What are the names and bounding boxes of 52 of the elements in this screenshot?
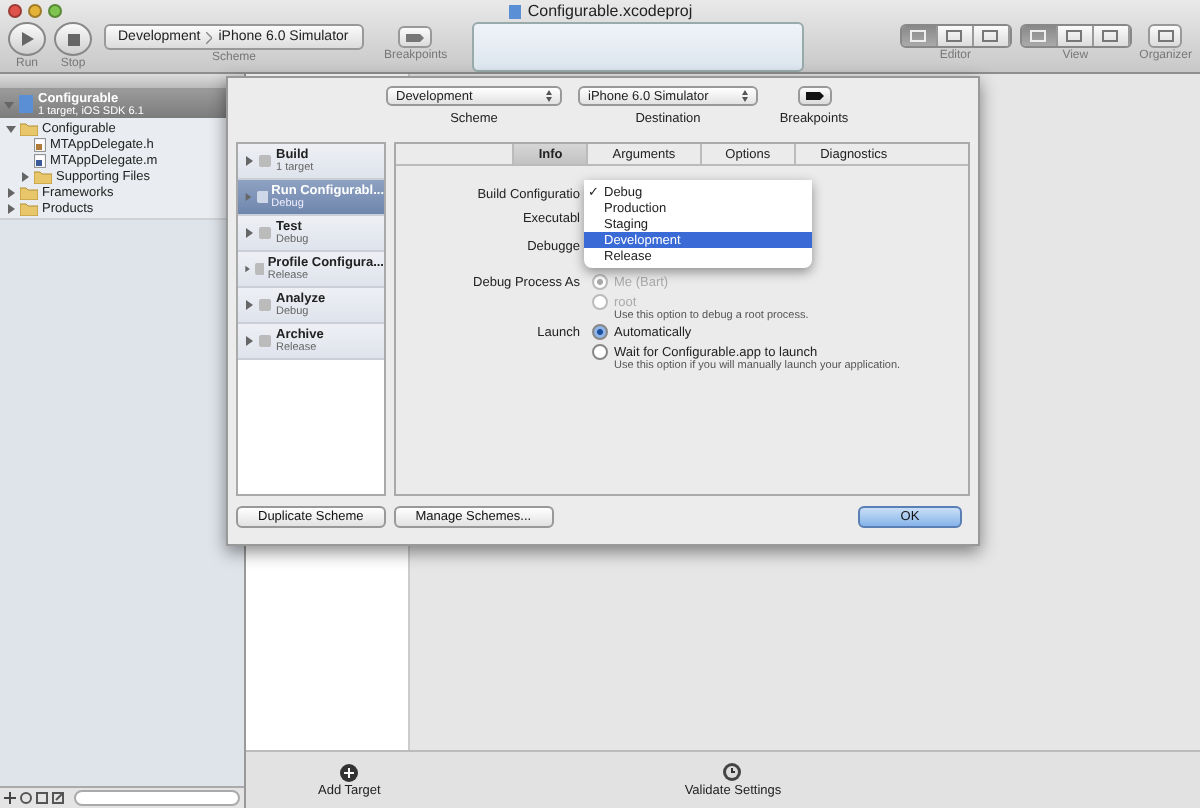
path-separator-icon <box>206 31 213 43</box>
disclosure-down-icon[interactable] <box>6 123 16 133</box>
project-file-icon <box>18 94 34 114</box>
panel-icon <box>1102 30 1119 42</box>
radio-button[interactable] <box>592 324 608 340</box>
disclosure-right-icon[interactable] <box>244 156 254 166</box>
panel-icon <box>1066 30 1083 42</box>
disclosure-right-icon[interactable] <box>244 336 254 346</box>
editor-mode-button[interactable] <box>973 26 1010 46</box>
action-icon <box>254 262 264 276</box>
window-icon <box>1157 30 1174 42</box>
stop-icon <box>67 33 79 45</box>
action-icon <box>258 154 272 168</box>
minimize-button[interactable] <box>28 4 42 18</box>
editor-layout-icon <box>946 30 963 42</box>
action-icon <box>256 190 268 204</box>
disclosure-right-icon[interactable] <box>6 203 16 213</box>
run-button[interactable] <box>8 22 46 56</box>
view-toggle[interactable] <box>1057 26 1094 46</box>
disclosure-right-icon[interactable] <box>20 171 30 181</box>
updown-icon <box>742 90 748 102</box>
action-icon <box>258 298 272 312</box>
edit-icon[interactable] <box>52 792 64 804</box>
panel-icon <box>1030 30 1047 42</box>
source-file-icon <box>34 153 46 167</box>
breakpoints-button[interactable] <box>797 86 831 106</box>
updown-icon <box>546 90 552 102</box>
breakpoint-icon <box>805 92 823 100</box>
header-file-icon <box>34 137 46 151</box>
disclosure-right-icon[interactable] <box>244 228 254 238</box>
action-icon <box>258 334 272 348</box>
editor-mode-button[interactable] <box>901 26 938 46</box>
add-icon <box>340 763 359 781</box>
close-button[interactable] <box>8 4 22 18</box>
stop-button[interactable] <box>54 22 92 56</box>
radio-button[interactable] <box>592 344 608 360</box>
view-toggle[interactable] <box>1021 26 1058 46</box>
zoom-button[interactable] <box>48 4 62 18</box>
editor-mode-button[interactable] <box>937 26 974 46</box>
breakpoint-icon <box>406 33 425 41</box>
action-icon <box>258 226 272 240</box>
disclosure-right-icon[interactable] <box>6 187 16 197</box>
filter-field[interactable] <box>74 790 240 806</box>
view-toggle[interactable] <box>1093 26 1130 46</box>
editor-layout-icon <box>982 30 999 42</box>
editor-layout-icon <box>910 30 927 42</box>
window-title: Configurable.xcodeproj <box>527 2 693 20</box>
project-file-icon <box>507 3 522 19</box>
play-icon <box>21 32 33 46</box>
organizer-button[interactable] <box>1148 24 1183 48</box>
disclosure-right-icon[interactable] <box>244 300 254 310</box>
add-icon[interactable] <box>4 792 16 804</box>
